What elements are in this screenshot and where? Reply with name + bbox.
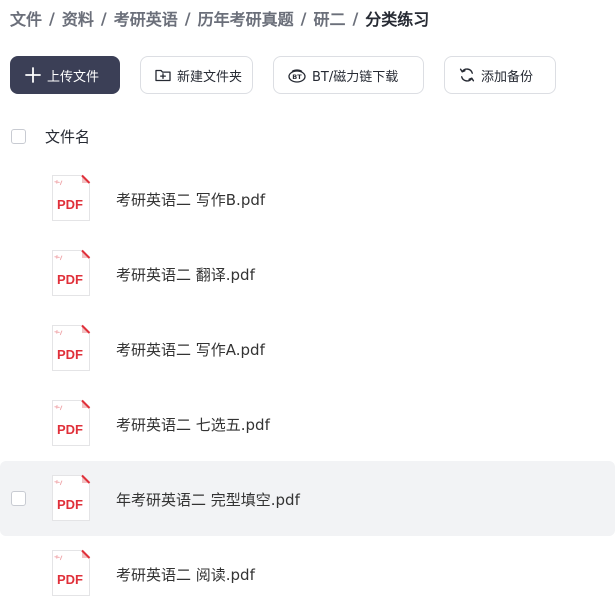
new-folder-icon bbox=[154, 66, 172, 84]
new-folder-button[interactable]: 新建文件夹 bbox=[140, 56, 253, 94]
file-row[interactable]: PDF 考研英语二 写作B.pdf bbox=[0, 161, 615, 236]
add-backup-label: 添加备份 bbox=[481, 69, 534, 85]
file-row[interactable]: PDF 考研英语二 翻译.pdf bbox=[0, 236, 615, 311]
list-header: 文件名 bbox=[0, 124, 615, 150]
file-row[interactable]: PDF 考研英语二 阅读.pdf bbox=[0, 536, 615, 611]
row-checkbox[interactable] bbox=[11, 491, 26, 506]
column-header-filename[interactable]: 文件名 bbox=[45, 126, 90, 147]
pdf-icon: PDF bbox=[51, 399, 91, 447]
breadcrumb-item-kaoyan-english[interactable]: 考研英语 bbox=[114, 6, 178, 30]
toolbar: 上传文件 新建文件夹 BT BT/磁力链下载 添加备份 bbox=[10, 56, 556, 94]
breadcrumb-item-past-exams[interactable]: 历年考研真题 bbox=[198, 6, 294, 30]
file-name[interactable]: 考研英语二 七选五.pdf bbox=[116, 414, 270, 435]
svg-text:PDF: PDF bbox=[57, 572, 83, 587]
breadcrumb-item-english-two[interactable]: 研二 bbox=[313, 6, 345, 30]
breadcrumb-separator: / bbox=[184, 8, 191, 28]
svg-text:PDF: PDF bbox=[57, 347, 83, 362]
pdf-icon: PDF bbox=[51, 249, 91, 297]
bt-icon: BT bbox=[287, 66, 307, 84]
file-name[interactable]: 考研英语二 阅读.pdf bbox=[116, 564, 255, 585]
new-folder-button-label: 新建文件夹 bbox=[177, 69, 243, 85]
breadcrumb-item-materials[interactable]: 资料 bbox=[62, 6, 94, 30]
svg-text:PDF: PDF bbox=[57, 422, 83, 437]
breadcrumb-item-files[interactable]: 文件 bbox=[10, 6, 42, 30]
file-row[interactable]: PDF 年考研英语二 完型填空.pdf bbox=[0, 461, 615, 536]
file-name[interactable]: 考研英语二 翻译.pdf bbox=[116, 264, 255, 285]
file-row[interactable]: PDF 考研英语二 七选五.pdf bbox=[0, 386, 615, 461]
breadcrumb-separator: / bbox=[352, 8, 359, 28]
breadcrumb-separator: / bbox=[100, 8, 107, 28]
file-list: PDF 考研英语二 写作B.pdf PDF 考研英语二 翻译.pdf PDF 考… bbox=[0, 161, 615, 611]
file-row[interactable]: PDF 考研英语二 写作A.pdf bbox=[0, 311, 615, 386]
breadcrumb: 文件 / 资料 / 考研英语 / 历年考研真题 / 研二 / 分类练习 bbox=[10, 5, 429, 31]
file-name[interactable]: 考研英语二 写作A.pdf bbox=[116, 339, 265, 360]
breadcrumb-separator: / bbox=[49, 8, 55, 28]
file-name[interactable]: 年考研英语二 完型填空.pdf bbox=[116, 489, 300, 510]
pdf-icon: PDF bbox=[51, 174, 91, 222]
sync-icon bbox=[458, 66, 476, 84]
add-backup-button[interactable]: 添加备份 bbox=[444, 56, 556, 94]
file-name[interactable]: 考研英语二 写作B.pdf bbox=[116, 189, 265, 210]
pdf-icon: PDF bbox=[51, 549, 91, 597]
pdf-icon: PDF bbox=[51, 324, 91, 372]
breadcrumb-item-current: 分类练习 bbox=[365, 10, 430, 29]
select-all-checkbox[interactable] bbox=[11, 129, 26, 144]
plus-icon bbox=[24, 66, 42, 84]
bt-magnet-download-button[interactable]: BT BT/磁力链下载 bbox=[273, 56, 424, 94]
upload-button-label: 上传文件 bbox=[47, 69, 100, 85]
upload-button[interactable]: 上传文件 bbox=[10, 56, 120, 94]
svg-text:PDF: PDF bbox=[57, 497, 83, 512]
svg-text:PDF: PDF bbox=[57, 197, 83, 212]
svg-text:BT: BT bbox=[292, 73, 302, 81]
pdf-icon: PDF bbox=[51, 474, 91, 522]
breadcrumb-separator: / bbox=[300, 8, 307, 28]
svg-text:PDF: PDF bbox=[57, 272, 83, 287]
bt-magnet-download-label: BT/磁力链下载 bbox=[312, 69, 399, 85]
